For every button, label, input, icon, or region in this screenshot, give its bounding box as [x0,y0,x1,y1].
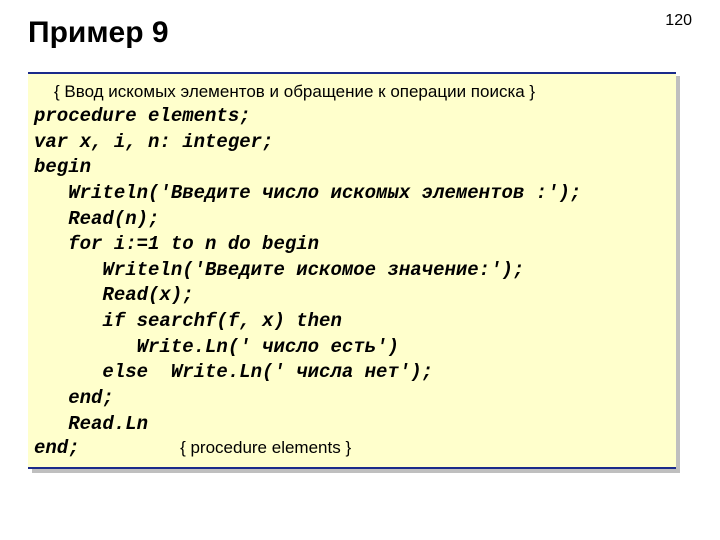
page-number: 120 [665,12,692,30]
code-block: { Ввод искомых элементов и обращение к о… [28,72,676,469]
code-comment-bottom: { procedure elements } [180,438,351,457]
page-title: Пример 9 [28,16,169,50]
code-body: procedure elements; var x, i, n: integer… [34,104,670,437]
code-comment-top: { Ввод искомых элементов и обращение к о… [54,82,670,102]
code-last-line: end; { procedure elements } [34,437,670,459]
code-end-keyword: end; [34,437,80,459]
